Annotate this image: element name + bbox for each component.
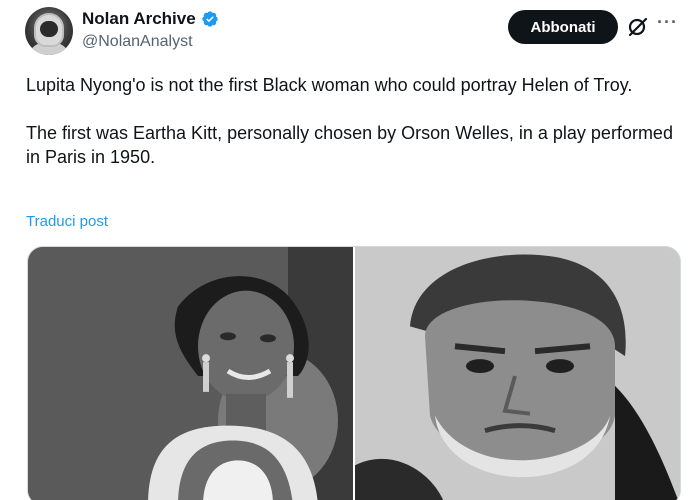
avatar-visor <box>40 21 58 37</box>
tweet-paragraph-2: The first was Eartha Kitt, personally ch… <box>26 123 673 167</box>
grok-icon[interactable] <box>626 15 650 39</box>
media-grid <box>27 246 681 500</box>
author-name-row: Nolan Archive <box>82 9 219 29</box>
photo-man-illustration <box>355 247 680 500</box>
photo-bearded-man-portrait[interactable] <box>355 247 680 500</box>
verified-badge-icon <box>202 11 218 27</box>
tweet-card: Nolan Archive @NolanAnalyst Abbonati ···… <box>0 0 700 500</box>
translate-post-link[interactable]: Traduci post <box>26 213 108 230</box>
author-handle[interactable]: @NolanAnalyst <box>82 33 193 51</box>
avatar[interactable] <box>25 7 73 55</box>
tweet-paragraph-1: Lupita Nyong'o is not the first Black wo… <box>26 75 633 95</box>
photo-woman-illustration <box>28 247 353 500</box>
photo-woman-portrait[interactable] <box>28 247 353 500</box>
tweet-text: Lupita Nyong'o is not the first Black wo… <box>26 73 676 169</box>
subscribe-button[interactable]: Abbonati <box>508 10 618 44</box>
more-icon[interactable]: ··· <box>657 13 678 31</box>
author-display-name[interactable]: Nolan Archive <box>82 9 196 29</box>
